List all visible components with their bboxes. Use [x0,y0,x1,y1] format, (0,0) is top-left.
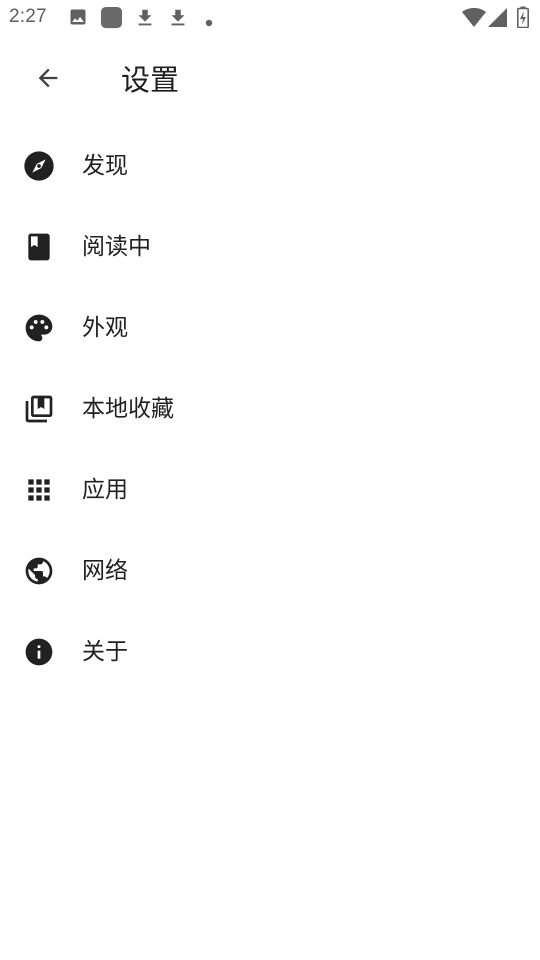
menu-item-label: 网络 [82,558,128,584]
menu-item-appearance[interactable]: 外观 [0,288,540,369]
menu-item-reading[interactable]: 阅读中 [0,207,540,288]
download-icon [167,7,189,33]
menu-item-label: 发现 [82,153,128,179]
menu-item-about[interactable]: 关于 [0,612,540,693]
image-icon [68,7,88,31]
app-bar: 设置 [0,40,540,120]
menu-item-label: 应用 [82,477,128,503]
menu-item-network[interactable]: 网络 [0,531,540,612]
menu-item-label: 外观 [82,315,128,341]
app-icon [100,7,123,34]
wifi-icon [462,8,486,32]
palette-icon [23,312,55,344]
globe-icon [23,555,55,587]
menu-item-label: 阅读中 [82,234,151,260]
menu-item-local-collection[interactable]: 本地收藏 [0,369,540,450]
menu-item-label: 本地收藏 [82,396,174,422]
battery-charging-icon [517,6,529,32]
arrow-back-icon [34,64,62,96]
page-title: 设置 [121,63,180,97]
back-button[interactable] [22,54,74,106]
info-icon [23,636,55,668]
menu-item-apps[interactable]: 应用 [0,450,540,531]
menu-item-label: 关于 [82,639,128,665]
signal-icon [488,8,508,32]
book-icon [23,231,55,263]
download-icon [134,7,156,33]
status-time: 2:27 [9,6,47,27]
dot-icon [204,13,214,32]
compass-icon [23,150,55,182]
apps-grid-icon [23,474,55,506]
menu-item-discover[interactable]: 发现 [0,126,540,207]
library-bookmark-icon [23,393,55,425]
status-bar: 2:27 [0,0,540,36]
settings-menu: 发现 阅读中 外观 本地收藏 应用 网络 关于 [0,126,540,693]
